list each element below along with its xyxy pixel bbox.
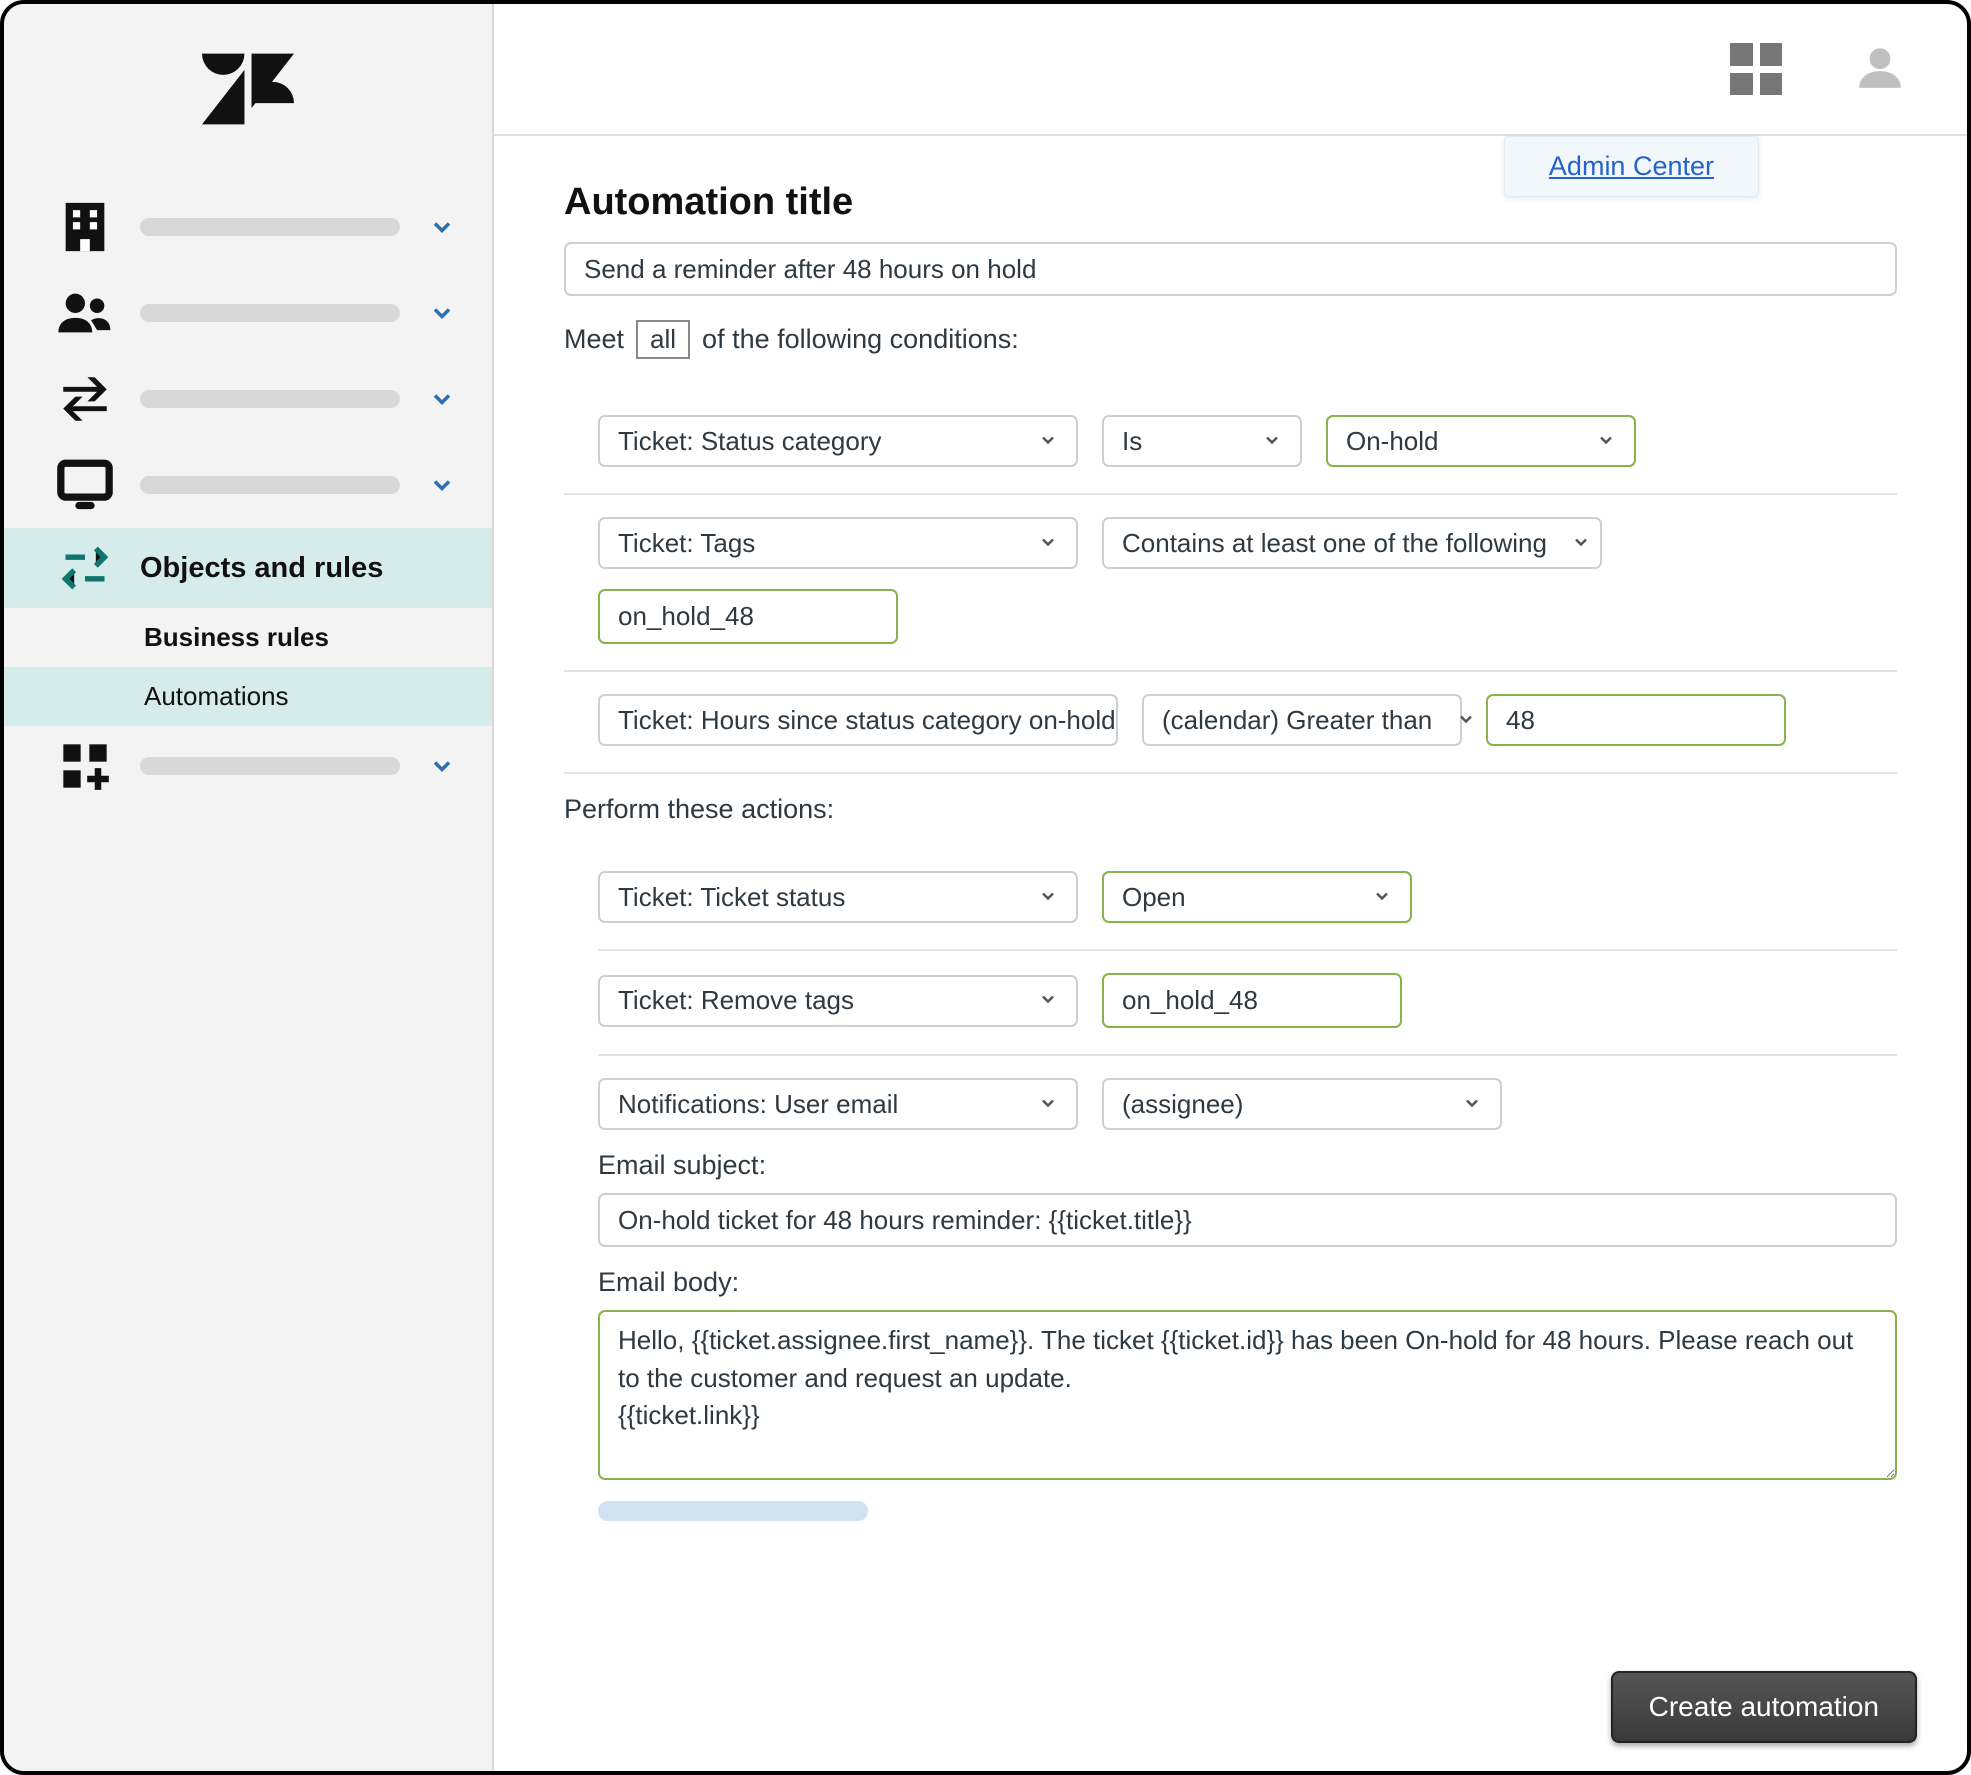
condition-value-select[interactable]: On-hold xyxy=(1326,415,1636,467)
apps-add-icon xyxy=(54,740,116,792)
nav-item-workspaces[interactable] xyxy=(4,184,492,270)
condition-value-input[interactable] xyxy=(1486,694,1786,746)
placeholder-pill xyxy=(598,1501,868,1521)
chevron-down-icon xyxy=(424,467,460,503)
condition-tag-input[interactable]: on_hold_48 xyxy=(598,589,898,644)
meet-prefix: Meet xyxy=(564,324,624,355)
nav-placeholder xyxy=(140,757,400,775)
logo-area xyxy=(4,4,492,174)
footer: Create automation xyxy=(494,1641,1967,1771)
chevron-down-icon xyxy=(424,295,460,331)
nav-sub-label: Automations xyxy=(144,681,289,712)
monitor-icon xyxy=(54,456,116,514)
condition-field-select[interactable]: Ticket: Tags xyxy=(598,517,1078,569)
chevron-down-icon xyxy=(424,748,460,784)
action-value-select[interactable]: Open xyxy=(1102,871,1412,923)
nav-item-objects-rules[interactable]: Objects and rules xyxy=(4,528,492,608)
condition-operator-select[interactable]: Contains at least one of the following xyxy=(1102,517,1602,569)
select-value: Open xyxy=(1122,882,1186,913)
select-value: Ticket: Hours since status category on-h… xyxy=(618,705,1116,736)
people-icon xyxy=(54,284,116,342)
select-value: Ticket: Ticket status xyxy=(618,882,845,913)
chevron-down-icon xyxy=(1262,426,1282,457)
chevron-down-icon xyxy=(424,209,460,245)
app-window: Objects and rules Business rules Automat… xyxy=(0,0,1971,1775)
chevron-down-icon xyxy=(1038,985,1058,1016)
actions-list: Ticket: Ticket status Open Ticket: Remov… xyxy=(564,849,1897,1547)
chevron-down-icon xyxy=(424,381,460,417)
condition-row: Ticket: Tags Contains at least one of th… xyxy=(564,495,1897,672)
chevron-down-icon xyxy=(1462,1089,1482,1120)
sidebar: Objects and rules Business rules Automat… xyxy=(4,4,494,1771)
nav-sub-automations[interactable]: Automations xyxy=(4,667,492,726)
select-value: On-hold xyxy=(1346,426,1439,457)
nav-placeholder xyxy=(140,218,400,236)
condition-row: Ticket: Hours since status category on-h… xyxy=(564,672,1897,774)
select-value: Contains at least one of the following xyxy=(1122,528,1547,559)
action-recipient-select[interactable]: (assignee) xyxy=(1102,1078,1502,1130)
nav-placeholder xyxy=(140,476,400,494)
nav-item-people[interactable] xyxy=(4,270,492,356)
action-field-select[interactable]: Ticket: Remove tags xyxy=(598,975,1078,1027)
nav-item-workspaces2[interactable] xyxy=(4,442,492,528)
email-body-label: Email body: xyxy=(598,1267,1897,1298)
grid-icon xyxy=(1730,43,1782,95)
chevron-down-icon xyxy=(1038,426,1058,457)
nav-sub-business-rules[interactable]: Business rules xyxy=(4,608,492,667)
chevron-down-icon xyxy=(1571,528,1591,559)
actions-label: Perform these actions: xyxy=(564,794,1897,825)
condition-row: Ticket: Status category Is On-hold xyxy=(564,393,1897,495)
topbar xyxy=(494,4,1967,136)
condition-operator-select[interactable]: (calendar) Greater than xyxy=(1142,694,1462,746)
email-body-textarea[interactable] xyxy=(598,1310,1897,1480)
chevron-down-icon xyxy=(1372,882,1392,913)
nav-label: Objects and rules xyxy=(140,552,383,585)
action-row: Ticket: Remove tags on_hold_48 xyxy=(598,951,1897,1056)
action-field-select[interactable]: Ticket: Ticket status xyxy=(598,871,1078,923)
action-field-select[interactable]: Notifications: User email xyxy=(598,1078,1078,1130)
zendesk-logo-icon xyxy=(202,51,294,127)
chevron-down-icon xyxy=(1038,1089,1058,1120)
action-tag-input[interactable]: on_hold_48 xyxy=(1102,973,1402,1028)
user-icon xyxy=(1855,42,1905,97)
select-value: Notifications: User email xyxy=(618,1089,898,1120)
nav-list: Objects and rules Business rules Automat… xyxy=(4,174,492,806)
arrows-swap-icon xyxy=(54,370,116,428)
select-value: (assignee) xyxy=(1122,1089,1243,1120)
automation-title-input[interactable] xyxy=(564,242,1897,296)
select-value: Ticket: Status category xyxy=(618,426,881,457)
conditions-list: Ticket: Status category Is On-hold xyxy=(564,393,1897,774)
content: Automation title Meet all of the followi… xyxy=(494,136,1967,1641)
select-value: Is xyxy=(1122,426,1142,457)
condition-field-select[interactable]: Ticket: Hours since status category on-h… xyxy=(598,694,1118,746)
select-value: Ticket: Remove tags xyxy=(618,985,854,1016)
nav-placeholder xyxy=(140,304,400,322)
nav-sub-label: Business rules xyxy=(144,622,329,653)
apps-grid-button[interactable] xyxy=(1729,42,1783,96)
email-subject-label: Email subject: xyxy=(598,1150,1897,1181)
conditions-meet-line: Meet all of the following conditions: xyxy=(564,320,1897,359)
chevron-down-icon xyxy=(1456,705,1476,736)
create-automation-button[interactable]: Create automation xyxy=(1611,1671,1917,1743)
select-value: (calendar) Greater than xyxy=(1162,705,1432,736)
nav-item-apps[interactable] xyxy=(4,726,492,806)
meet-mode-selector[interactable]: all xyxy=(636,320,690,359)
email-subject-input[interactable] xyxy=(598,1193,1897,1247)
condition-field-select[interactable]: Ticket: Status category xyxy=(598,415,1078,467)
nav-item-channels[interactable] xyxy=(4,356,492,442)
chevron-down-icon xyxy=(1038,882,1058,913)
main-area: Admin Center Automation title Meet all o… xyxy=(494,4,1967,1771)
nav-placeholder xyxy=(140,390,400,408)
admin-center-link[interactable]: Admin Center xyxy=(1504,136,1759,197)
meet-suffix: of the following conditions: xyxy=(702,324,1019,355)
chevron-down-icon xyxy=(1038,528,1058,559)
chevron-down-icon xyxy=(1596,426,1616,457)
user-menu-button[interactable] xyxy=(1853,42,1907,96)
select-value: Ticket: Tags xyxy=(618,528,755,559)
building-icon xyxy=(54,198,116,256)
action-row: Ticket: Ticket status Open xyxy=(598,849,1897,951)
objects-rules-icon xyxy=(54,542,116,594)
condition-operator-select[interactable]: Is xyxy=(1102,415,1302,467)
action-row: Notifications: User email (assignee) Ema… xyxy=(598,1056,1897,1547)
